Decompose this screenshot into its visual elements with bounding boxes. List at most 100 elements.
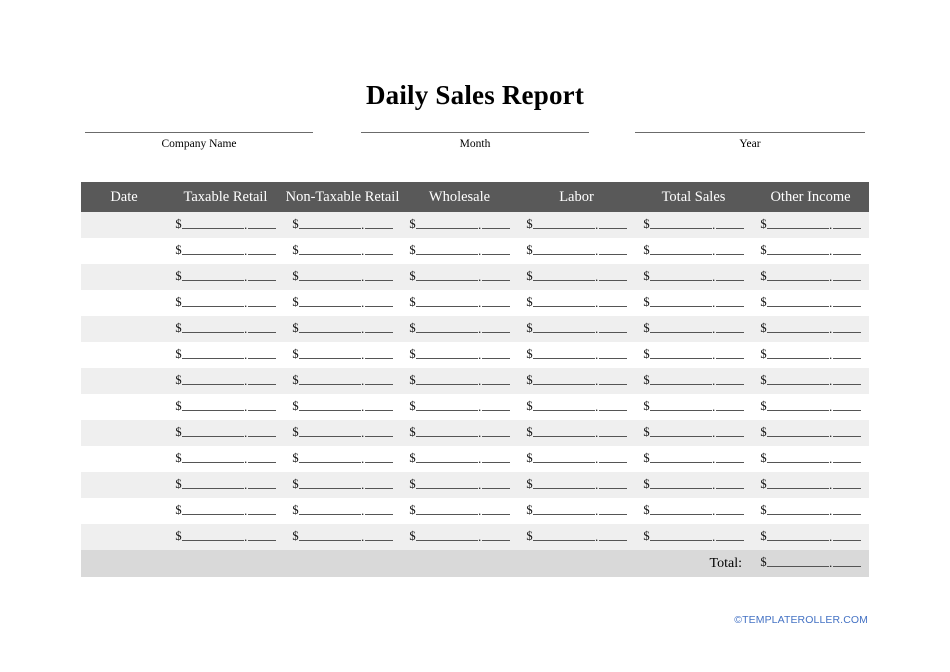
cents-input[interactable] (598, 451, 627, 463)
cell-total-sales[interactable]: $. (635, 420, 752, 446)
cents-input[interactable] (832, 477, 861, 489)
cell-date[interactable] (81, 472, 167, 498)
cents-input[interactable] (832, 243, 861, 255)
dollars-input[interactable] (766, 425, 829, 437)
cents-input[interactable] (247, 477, 276, 489)
cell-other-income[interactable]: $. (752, 290, 869, 316)
dollars-input[interactable] (532, 243, 595, 255)
dollars-input[interactable] (766, 347, 829, 359)
dollars-input[interactable] (532, 425, 595, 437)
cents-input[interactable] (832, 373, 861, 385)
cell-taxable-retail[interactable]: $. (167, 238, 284, 264)
dollars-input[interactable] (766, 451, 829, 463)
cell-labor[interactable]: $. (518, 498, 635, 524)
cents-input[interactable] (481, 399, 510, 411)
cell-other-income[interactable]: $. (752, 394, 869, 420)
cents-input[interactable] (715, 529, 744, 541)
cents-input[interactable] (364, 425, 393, 437)
cents-input[interactable] (598, 347, 627, 359)
cents-input[interactable] (481, 321, 510, 333)
cents-input[interactable] (364, 347, 393, 359)
dollars-input[interactable] (532, 347, 595, 359)
dollars-input[interactable] (415, 321, 478, 333)
cell-wholesale[interactable]: $. (401, 498, 518, 524)
dollars-input[interactable] (649, 373, 712, 385)
cell-wholesale[interactable]: $. (401, 342, 518, 368)
cell-total-sales[interactable]: $. (635, 316, 752, 342)
dollars-input[interactable] (649, 451, 712, 463)
dollars-input[interactable] (649, 503, 712, 515)
cell-labor[interactable]: $. (518, 238, 635, 264)
cents-input[interactable] (832, 529, 861, 541)
dollars-input[interactable] (298, 529, 361, 541)
cents-input[interactable] (364, 243, 393, 255)
cell-non-taxable-retail[interactable]: $. (284, 290, 401, 316)
dollars-input[interactable] (532, 269, 595, 281)
cell-wholesale[interactable]: $. (401, 524, 518, 550)
cell-taxable-retail[interactable]: $. (167, 316, 284, 342)
cents-input[interactable] (598, 529, 627, 541)
cents-input[interactable] (247, 373, 276, 385)
cents-input[interactable] (481, 243, 510, 255)
dollars-input[interactable] (649, 321, 712, 333)
cell-other-income[interactable]: $. (752, 316, 869, 342)
cents-input[interactable] (247, 321, 276, 333)
dollars-input[interactable] (532, 477, 595, 489)
dollars-input[interactable] (415, 347, 478, 359)
dollars-input[interactable] (766, 503, 829, 515)
cents-input[interactable] (715, 425, 744, 437)
cents-input[interactable] (598, 217, 627, 229)
cell-taxable-retail[interactable]: $. (167, 472, 284, 498)
dollars-input[interactable] (649, 217, 712, 229)
cell-date[interactable] (81, 498, 167, 524)
cell-taxable-retail[interactable]: $. (167, 342, 284, 368)
cents-input[interactable] (247, 243, 276, 255)
cell-other-income[interactable]: $. (752, 420, 869, 446)
dollars-input[interactable] (532, 217, 595, 229)
dollars-input[interactable] (415, 477, 478, 489)
dollars-input[interactable] (766, 243, 829, 255)
dollars-input[interactable] (532, 451, 595, 463)
cents-input[interactable] (832, 269, 861, 281)
cell-labor[interactable]: $. (518, 264, 635, 290)
cell-non-taxable-retail[interactable]: $. (284, 420, 401, 446)
company-name-field[interactable]: Company Name (85, 132, 313, 164)
dollars-input[interactable] (649, 425, 712, 437)
cell-total-sales[interactable]: $. (635, 238, 752, 264)
cell-date[interactable] (81, 238, 167, 264)
cell-labor[interactable]: $. (518, 446, 635, 472)
cents-input[interactable] (832, 555, 861, 567)
cell-date[interactable] (81, 212, 167, 238)
cents-input[interactable] (364, 269, 393, 281)
cell-non-taxable-retail[interactable]: $. (284, 212, 401, 238)
cents-input[interactable] (832, 347, 861, 359)
cents-input[interactable] (481, 347, 510, 359)
cell-non-taxable-retail[interactable]: $. (284, 316, 401, 342)
cell-date[interactable] (81, 524, 167, 550)
cell-non-taxable-retail[interactable]: $. (284, 446, 401, 472)
cents-input[interactable] (715, 373, 744, 385)
cents-input[interactable] (247, 425, 276, 437)
cents-input[interactable] (598, 243, 627, 255)
dollars-input[interactable] (415, 399, 478, 411)
cell-taxable-retail[interactable]: $. (167, 264, 284, 290)
cell-labor[interactable]: $. (518, 290, 635, 316)
cell-taxable-retail[interactable]: $. (167, 290, 284, 316)
cell-taxable-retail[interactable]: $. (167, 524, 284, 550)
dollars-input[interactable] (532, 529, 595, 541)
cell-other-income[interactable]: $. (752, 264, 869, 290)
dollars-input[interactable] (766, 269, 829, 281)
cell-total-sales[interactable]: $. (635, 264, 752, 290)
cents-input[interactable] (832, 451, 861, 463)
cell-non-taxable-retail[interactable]: $. (284, 342, 401, 368)
dollars-input[interactable] (415, 269, 478, 281)
cell-total-sales[interactable]: $. (635, 368, 752, 394)
cents-input[interactable] (364, 373, 393, 385)
cell-total-sales[interactable]: $. (635, 446, 752, 472)
cell-non-taxable-retail[interactable]: $. (284, 524, 401, 550)
cell-total-sales[interactable]: $. (635, 342, 752, 368)
cell-other-income[interactable]: $. (752, 472, 869, 498)
cents-input[interactable] (832, 399, 861, 411)
cell-labor[interactable]: $. (518, 420, 635, 446)
dollars-input[interactable] (298, 269, 361, 281)
